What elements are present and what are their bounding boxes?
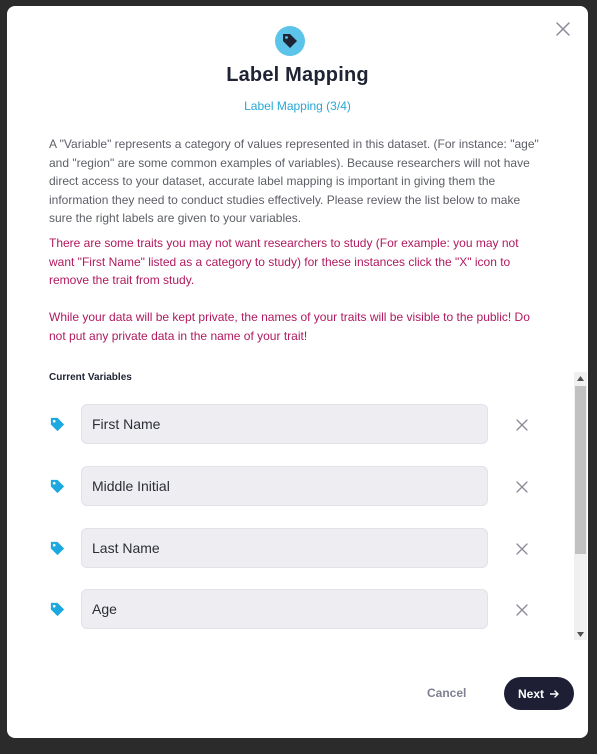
- tag-icon: [49, 478, 66, 495]
- arrow-right-icon: [549, 687, 560, 701]
- tag-icon: [49, 540, 66, 557]
- tag-icon: [49, 416, 66, 433]
- variable-name-input[interactable]: [81, 589, 488, 629]
- variable-row: [49, 466, 529, 508]
- remove-variable-icon[interactable]: [516, 603, 528, 616]
- step-indicator: Label Mapping (3/4): [244, 99, 351, 113]
- variable-row: [49, 528, 529, 570]
- remove-variable-icon[interactable]: [516, 418, 528, 431]
- variable-row: [49, 404, 529, 446]
- remove-variable-icon[interactable]: [516, 480, 528, 493]
- tag-icon: [275, 26, 305, 56]
- variables-scrollbar[interactable]: [574, 372, 587, 640]
- variable-name-input[interactable]: [81, 466, 488, 506]
- close-icon[interactable]: [554, 20, 572, 38]
- next-button-label: Next: [517, 686, 544, 701]
- cancel-button[interactable]: Cancel: [427, 686, 466, 700]
- section-label: Current Variables: [49, 372, 132, 383]
- label-mapping-dialog: Label Mapping Label Mapping (3/4) A "Var…: [7, 6, 588, 738]
- next-button[interactable]: Next: [504, 677, 574, 710]
- privacy-warning: While your data will be kept private, th…: [49, 310, 530, 343]
- scrollbar-thumb[interactable]: [575, 386, 586, 554]
- remove-variable-icon[interactable]: [516, 542, 528, 555]
- tag-icon: [49, 601, 66, 618]
- remove-trait-warning: There are some traits you may not want r…: [49, 236, 519, 288]
- scroll-up-arrow-icon[interactable]: [574, 372, 587, 384]
- scroll-down-arrow-icon[interactable]: [574, 628, 587, 640]
- description-text: A "Variable" represents a category of va…: [49, 137, 539, 226]
- dialog-title: Label Mapping: [226, 64, 369, 86]
- variable-row: [49, 589, 529, 631]
- variable-name-input[interactable]: [81, 528, 488, 568]
- variable-name-input[interactable]: [81, 404, 488, 444]
